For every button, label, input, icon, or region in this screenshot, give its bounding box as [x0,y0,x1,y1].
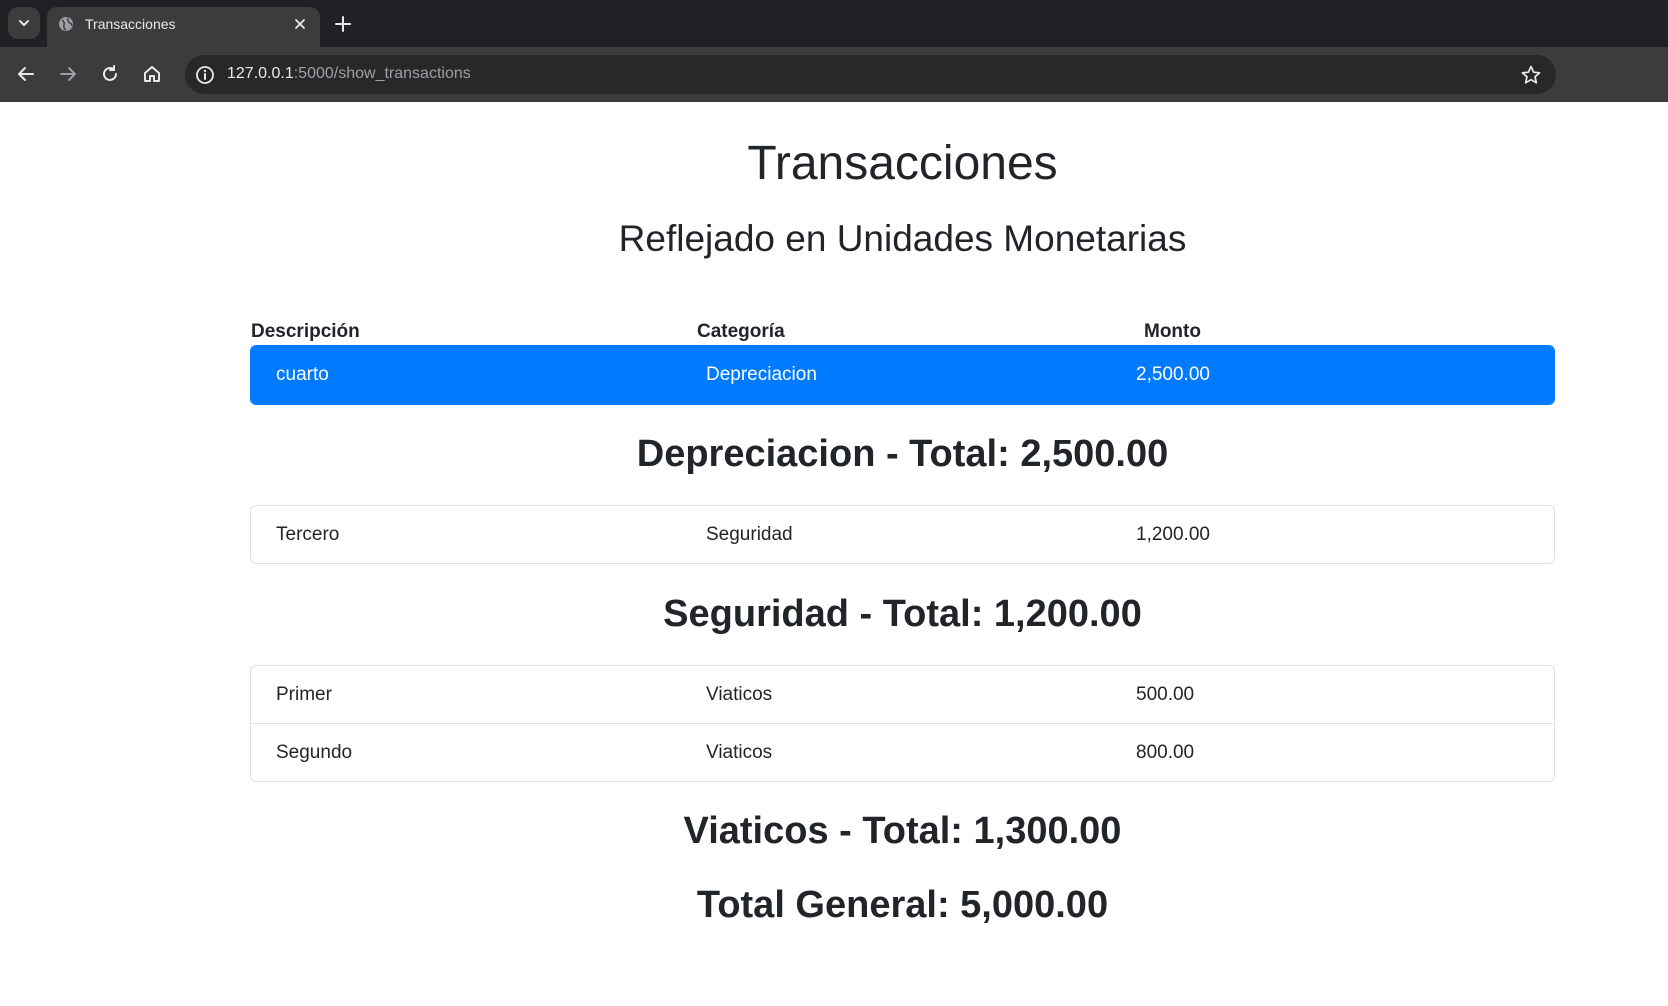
transaction-row[interactable]: Segundo Viaticos 800.00 [251,723,1554,781]
grand-total: Total General: 5,000.00 [696,884,1109,926]
browser-tab[interactable]: Transacciones [47,7,320,47]
group-total-viaticos: Viaticos - Total: 1,300.00 [683,810,1122,852]
row-description: Segundo [276,742,353,763]
info-icon[interactable] [195,65,215,85]
row-amount: 1,200.00 [1136,524,1210,545]
header-amount: Monto [1144,321,1201,342]
address-bar[interactable]: 127.0.0.1:5000/show_transactions [185,55,1556,94]
page-title: Transacciones [747,137,1058,190]
forward-arrow-icon[interactable] [57,63,79,85]
transaction-row[interactable]: Primer Viaticos 500.00 [251,666,1554,723]
transaction-list-seguridad: Tercero Seguridad 1,200.00 [250,505,1555,564]
row-description: cuarto [276,364,329,385]
globe-icon [59,17,73,31]
browser-toolbar: 127.0.0.1:5000/show_transactions [0,47,1668,102]
close-icon[interactable] [292,16,308,32]
reload-icon[interactable] [99,63,121,85]
url-text[interactable]: 127.0.0.1:5000/show_transactions [227,65,471,83]
home-icon[interactable] [141,63,163,85]
row-amount: 500.00 [1136,684,1195,705]
row-category: Viaticos [706,742,773,763]
row-amount: 800.00 [1136,742,1195,763]
header-category: Categoría [697,321,785,342]
transaction-list-depreciacion: cuarto Depreciacion 2,500.00 [250,345,1555,405]
transaction-row[interactable]: Tercero Seguridad 1,200.00 [251,506,1554,563]
url-path: :5000/show_transactions [293,65,471,82]
group-total-seguridad: Seguridad - Total: 1,200.00 [663,593,1142,635]
browser-tab-strip: Transacciones [0,0,1668,47]
bookmark-star-icon[interactable] [1520,64,1542,86]
transaction-row[interactable]: cuarto Depreciacion 2,500.00 [251,346,1554,404]
back-arrow-icon[interactable] [15,63,37,85]
chevron-down-icon [19,20,29,26]
column-headers: Descripción Categoría Monto [250,321,1555,345]
row-amount: 2,500.00 [1136,364,1210,385]
group-total-depreciacion: Depreciacion - Total: 2,500.00 [636,433,1169,475]
row-description: Tercero [276,524,340,545]
row-category: Depreciacion [706,364,817,385]
row-category: Seguridad [706,524,793,545]
row-description: Primer [276,684,332,705]
url-host: 127.0.0.1 [227,65,294,82]
tab-search-button[interactable] [8,7,40,39]
transaction-list-viaticos: Primer Viaticos 500.00 Segundo Viaticos … [250,665,1555,782]
page-subtitle: Reflejado en Unidades Monetarias [618,218,1187,259]
new-tab-icon[interactable] [333,14,353,34]
row-category: Viaticos [706,684,773,705]
header-description: Descripción [251,321,360,342]
tab-title: Transacciones [85,16,176,32]
